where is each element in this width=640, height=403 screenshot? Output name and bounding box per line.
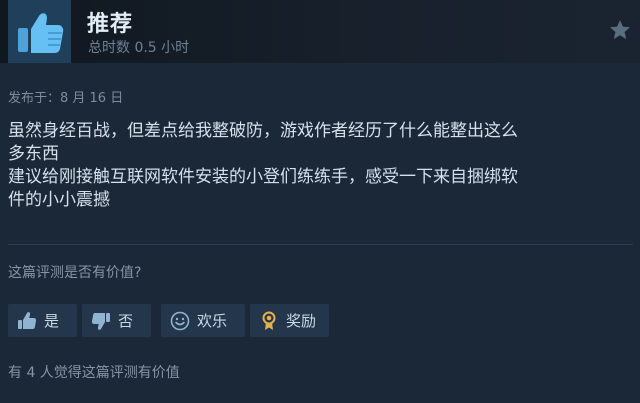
helpful-count: 有 4 人觉得这篇评测有价值 — [8, 365, 180, 381]
vote-no-label: 否 — [118, 312, 134, 330]
posted-date: 发布于：8 月 16 日 — [8, 91, 124, 106]
review-body-line: 建议给刚接触互联网软件安装的小登们练练手，感受一下来自捆绑软 — [8, 167, 518, 187]
review-body-line: 虽然身经百战，但差点给我整破防，游戏作者经历了什么能整出这么 — [8, 121, 518, 141]
thumbs-up-icon — [18, 311, 37, 329]
award-icon — [262, 311, 276, 330]
thumbs-down-icon — [91, 312, 110, 330]
review-body: 虽然身经百战，但差点给我整破防，游戏作者经历了什么能整出这么 多东西 建议给刚接… — [8, 120, 633, 212]
thumbs-up-icon — [18, 13, 64, 53]
vote-yes-button[interactable]: 是 — [8, 304, 77, 337]
playtime-hours: 总时数 0.5 小时 — [88, 40, 190, 56]
divider — [8, 244, 633, 245]
review-body-line: 件的小小震撼 — [8, 190, 110, 210]
helpful-question: 这篇评测是否有价值? — [8, 265, 142, 281]
vote-funny-label: 欢乐 — [197, 312, 228, 330]
award-button[interactable]: 奖励 — [250, 304, 329, 337]
award-label: 奖励 — [286, 312, 317, 330]
vote-funny-button[interactable]: 欢乐 — [161, 304, 245, 337]
vote-yes-label: 是 — [44, 312, 60, 330]
star-icon[interactable] — [608, 18, 632, 42]
verdict-thumb-tile — [8, 0, 71, 63]
review-verdict: 推荐 — [87, 12, 134, 37]
smiley-icon — [170, 311, 190, 330]
vote-no-button[interactable]: 否 — [82, 304, 151, 337]
review-header: 推荐 总时数 0.5 小时 — [0, 0, 640, 63]
review-body-line: 多东西 — [8, 144, 59, 164]
